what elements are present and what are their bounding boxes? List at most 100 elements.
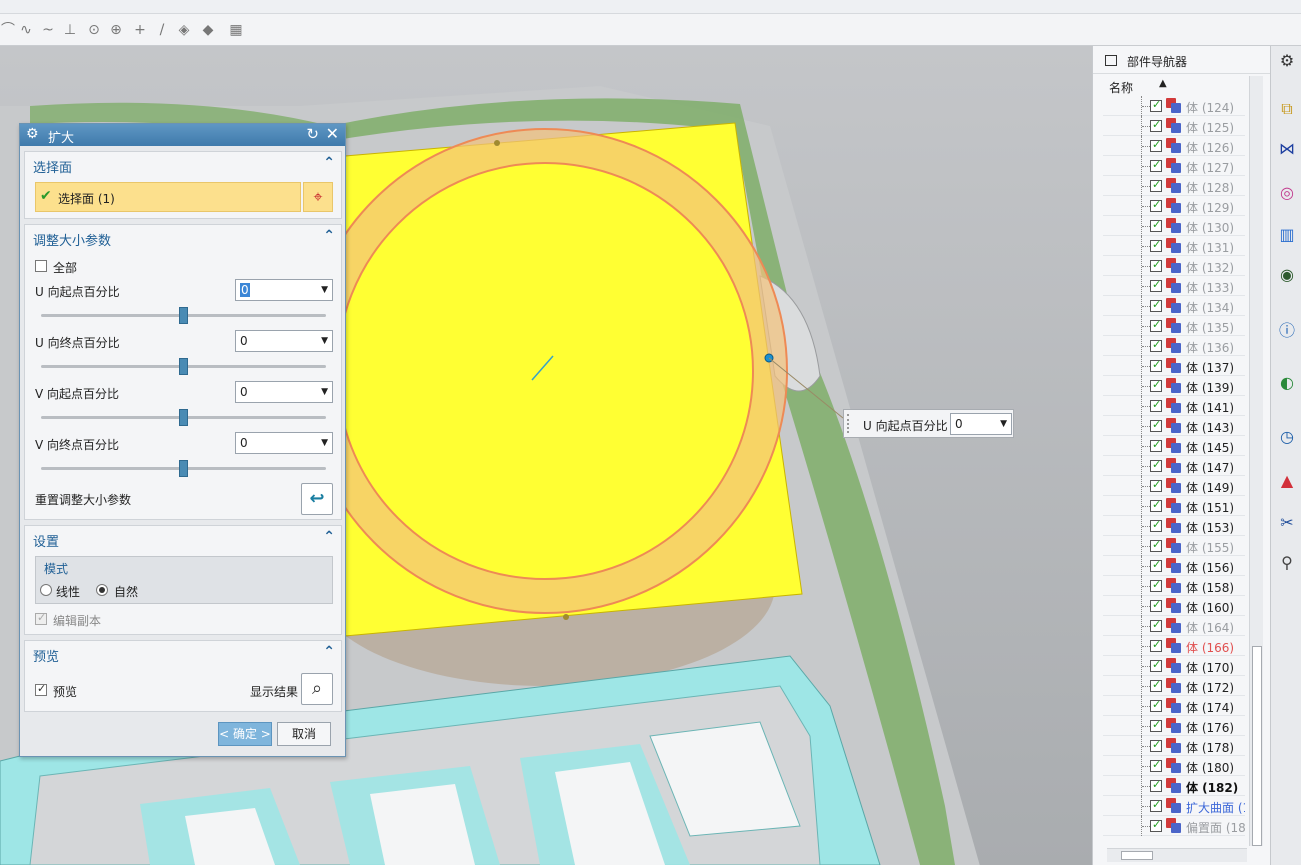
tree-row[interactable]: 体 (170) bbox=[1103, 656, 1245, 676]
tree-row[interactable]: 体 (155) bbox=[1103, 536, 1245, 556]
column-header[interactable]: 名称 ▲ bbox=[1103, 76, 1245, 96]
tree-row[interactable]: 体 (153) bbox=[1103, 516, 1245, 536]
floating-dropdown[interactable]: 0 ▼ bbox=[950, 413, 1012, 435]
visibility-checkbox[interactable] bbox=[1150, 198, 1162, 212]
visibility-checkbox[interactable] bbox=[1150, 138, 1162, 152]
settings-header[interactable]: 设置 ⌃ bbox=[25, 526, 341, 552]
gear-icon[interactable]: ⚙ bbox=[26, 126, 39, 142]
point-tool-icon[interactable]: ⊕ bbox=[108, 22, 124, 38]
system-scenes-icon[interactable]: ⚲ bbox=[1276, 552, 1298, 574]
tree-row[interactable]: 体 (164) bbox=[1103, 616, 1245, 636]
tree-row[interactable]: 体 (137) bbox=[1103, 356, 1245, 376]
tree-row[interactable]: 体 (160) bbox=[1103, 596, 1245, 616]
visibility-checkbox[interactable] bbox=[1150, 678, 1162, 692]
visibility-checkbox[interactable] bbox=[1150, 258, 1162, 272]
tree-row[interactable]: 体 (156) bbox=[1103, 556, 1245, 576]
visibility-checkbox[interactable] bbox=[1150, 418, 1162, 432]
history-clock-icon[interactable]: ◷ bbox=[1276, 426, 1298, 448]
polyline-tool-icon[interactable]: ∿ bbox=[18, 22, 34, 38]
slider-thumb[interactable] bbox=[179, 307, 188, 324]
tree-row[interactable]: 体 (147) bbox=[1103, 456, 1245, 476]
u-end-slider[interactable] bbox=[41, 358, 326, 375]
visibility-checkbox[interactable] bbox=[1150, 658, 1162, 672]
pin-icon[interactable] bbox=[1105, 55, 1117, 66]
tree-row[interactable]: 体 (139) bbox=[1103, 376, 1245, 396]
visibility-checkbox[interactable] bbox=[1150, 778, 1162, 792]
tree-row[interactable]: 体 (129) bbox=[1103, 196, 1245, 216]
tree-row[interactable]: 体 (166) bbox=[1103, 636, 1245, 656]
tree-row[interactable]: 体 (133) bbox=[1103, 276, 1245, 296]
reuse-library-icon[interactable]: ▥ bbox=[1276, 224, 1298, 246]
visibility-checkbox[interactable] bbox=[1150, 538, 1162, 552]
visibility-checkbox[interactable] bbox=[1150, 698, 1162, 712]
visibility-checkbox[interactable] bbox=[1150, 318, 1162, 332]
visibility-checkbox[interactable] bbox=[1150, 558, 1162, 572]
visibility-checkbox[interactable] bbox=[1150, 378, 1162, 392]
visibility-checkbox[interactable] bbox=[1150, 178, 1162, 192]
visibility-checkbox[interactable] bbox=[1150, 498, 1162, 512]
tree-row[interactable]: 体 (141) bbox=[1103, 396, 1245, 416]
horizontal-scrollbar[interactable] bbox=[1107, 848, 1247, 862]
collapse-icon[interactable]: ⌃ bbox=[323, 155, 335, 171]
visibility-checkbox[interactable] bbox=[1150, 738, 1162, 752]
visibility-checkbox[interactable] bbox=[1150, 718, 1162, 732]
v-end-slider[interactable] bbox=[41, 460, 326, 477]
table-tool-icon[interactable]: ▦ bbox=[228, 22, 244, 38]
palette-icon[interactable]: ▲ bbox=[1276, 470, 1298, 492]
close-icon[interactable]: ✕ bbox=[326, 124, 339, 143]
visibility-checkbox[interactable] bbox=[1150, 158, 1162, 172]
drag-grip-icon[interactable] bbox=[847, 414, 851, 433]
ok-button[interactable]: < 确定 > bbox=[218, 722, 272, 746]
vertical-scrollbar[interactable] bbox=[1249, 76, 1263, 846]
visibility-checkbox[interactable] bbox=[1150, 98, 1162, 112]
visibility-checkbox[interactable] bbox=[1150, 338, 1162, 352]
cross-tool-icon[interactable]: + bbox=[132, 22, 148, 38]
tree-row[interactable]: 体 (158) bbox=[1103, 576, 1245, 596]
visibility-checkbox[interactable] bbox=[1150, 238, 1162, 252]
tree-row[interactable]: 体 (182) bbox=[1103, 776, 1245, 796]
visibility-checkbox[interactable] bbox=[1150, 358, 1162, 372]
tree-row[interactable]: 体 (128) bbox=[1103, 176, 1245, 196]
dialog-titlebar[interactable]: ⚙ 扩大 ↻ ✕ bbox=[20, 124, 345, 146]
tree-row[interactable]: 体 (136) bbox=[1103, 336, 1245, 356]
assembly-navigator-icon[interactable]: ⧉ bbox=[1276, 98, 1298, 120]
roles-icon[interactable]: ✂ bbox=[1276, 512, 1298, 534]
tree-row[interactable]: 体 (127) bbox=[1103, 156, 1245, 176]
scrollbar-thumb[interactable] bbox=[1121, 851, 1153, 860]
slider-thumb[interactable] bbox=[179, 460, 188, 477]
visibility-checkbox[interactable] bbox=[1150, 398, 1162, 412]
visibility-checkbox[interactable] bbox=[1150, 438, 1162, 452]
visibility-checkbox[interactable] bbox=[1150, 458, 1162, 472]
u-start-dropdown[interactable]: 0 ▼ bbox=[235, 279, 333, 301]
tree-row[interactable]: 体 (172) bbox=[1103, 676, 1245, 696]
reset-icon[interactable]: ↻ bbox=[306, 125, 319, 143]
visibility-checkbox[interactable] bbox=[1150, 798, 1162, 812]
visibility-checkbox[interactable] bbox=[1150, 478, 1162, 492]
slider-thumb[interactable] bbox=[179, 358, 188, 375]
web-browser-icon[interactable]: ◐ bbox=[1276, 372, 1298, 394]
visibility-checkbox[interactable] bbox=[1150, 298, 1162, 312]
tree-row[interactable]: 体 (180) bbox=[1103, 756, 1245, 776]
visibility-checkbox[interactable] bbox=[1150, 118, 1162, 132]
tree-row[interactable]: 扩大曲面 (18 bbox=[1103, 796, 1245, 816]
u-end-dropdown[interactable]: 0 ▼ bbox=[235, 330, 333, 352]
part-navigator-icon[interactable]: ◎ bbox=[1276, 182, 1298, 204]
collapse-icon[interactable]: ⌃ bbox=[323, 529, 335, 545]
cancel-button[interactable]: 取消 bbox=[277, 722, 331, 746]
resize-params-header[interactable]: 调整大小参数 ⌃ bbox=[25, 225, 341, 251]
visibility-checkbox[interactable] bbox=[1150, 598, 1162, 612]
all-checkbox[interactable] bbox=[35, 260, 47, 272]
visibility-checkbox[interactable] bbox=[1150, 758, 1162, 772]
tree-row[interactable]: 体 (149) bbox=[1103, 476, 1245, 496]
scrollbar-thumb[interactable] bbox=[1252, 646, 1262, 846]
v-end-dropdown[interactable]: 0 ▼ bbox=[235, 432, 333, 454]
mode-linear-radio[interactable] bbox=[40, 584, 52, 596]
select-face-row[interactable]: ✔ 选择面 (1) bbox=[35, 182, 301, 212]
circle-tool-icon[interactable]: ⊙ bbox=[86, 22, 102, 38]
tree-row[interactable]: 体 (131) bbox=[1103, 236, 1245, 256]
edit-copy-checkbox[interactable] bbox=[35, 611, 47, 625]
tree-row[interactable]: 体 (151) bbox=[1103, 496, 1245, 516]
tree-row[interactable]: 体 (145) bbox=[1103, 436, 1245, 456]
v-start-slider[interactable] bbox=[41, 409, 326, 426]
tree-row[interactable]: 体 (176) bbox=[1103, 716, 1245, 736]
